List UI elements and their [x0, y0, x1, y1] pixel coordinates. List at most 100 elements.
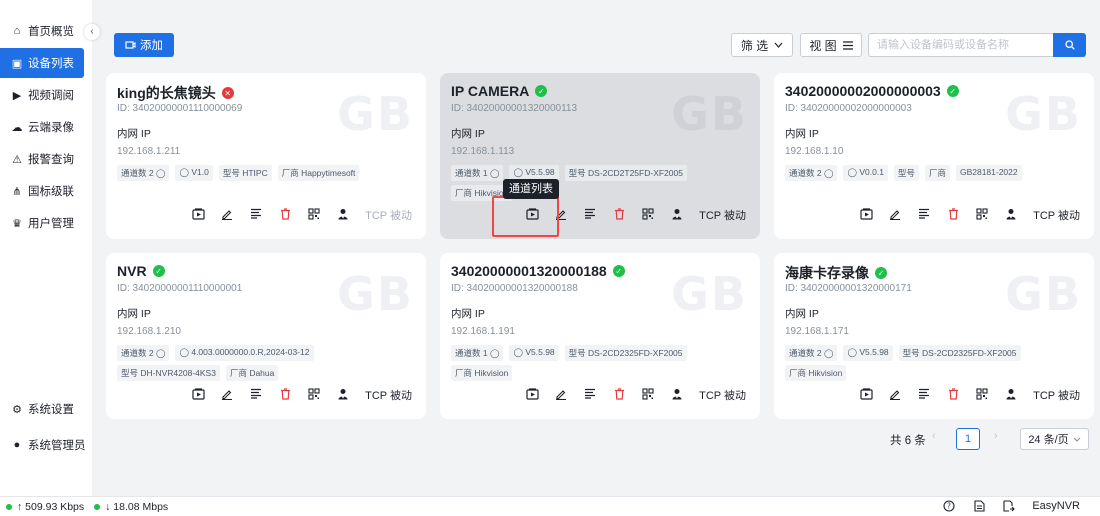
device-actions: TCP 被动	[191, 207, 412, 223]
edit-button[interactable]	[554, 388, 568, 402]
help-icon[interactable]: ?	[942, 499, 956, 513]
qr-code-button[interactable]	[641, 387, 655, 403]
qr-code-button[interactable]	[975, 207, 989, 222]
user-button[interactable]	[670, 388, 684, 402]
qr-code-icon	[642, 207, 654, 223]
edit-icon	[555, 388, 567, 403]
channel-list-button[interactable]	[191, 207, 205, 222]
sidebar-item-users[interactable]: ♛ 用户管理	[0, 208, 92, 238]
channel-list-button[interactable]	[525, 387, 539, 402]
edit-button[interactable]	[888, 388, 902, 402]
sidebar-item-cloud[interactable]: ☁ 云端录像	[0, 112, 92, 142]
edit-button[interactable]	[888, 208, 902, 222]
qr-code-icon	[642, 387, 654, 403]
device-title: 34020000002000000003 ✓	[785, 83, 959, 99]
delete-button[interactable]	[612, 387, 626, 403]
details-button[interactable]	[583, 208, 597, 222]
channel-list-button[interactable]	[859, 387, 873, 403]
person-icon	[337, 388, 349, 403]
delete-button[interactable]	[278, 387, 292, 402]
device-id: ID: 34020000001110000001	[117, 283, 243, 294]
sidebar-item-settings[interactable]: ⚙ 系统设置	[0, 394, 92, 424]
device-tag: 型号 DH-NVR4208-4KS3	[117, 365, 220, 381]
user-button[interactable]	[336, 388, 350, 402]
gb-watermark-logo: GB	[337, 87, 414, 141]
details-button[interactable]	[583, 388, 597, 402]
prev-page-button[interactable]: ‹	[932, 430, 936, 442]
device-tag: 厂商 Dahua	[225, 365, 279, 381]
device-tag: GB28181-2022	[955, 165, 1022, 181]
page-1-button[interactable]: 1	[956, 428, 980, 450]
device-name: 34020000001320000188	[451, 263, 607, 279]
delete-button[interactable]	[612, 207, 626, 223]
qr-code-button[interactable]	[975, 387, 989, 402]
gb-watermark-logo: GB	[337, 267, 414, 321]
device-card[interactable]: GB IP CAMERA ✓ ID: 34020000001320000113 …	[440, 73, 760, 239]
chevron-left-icon: ‹	[932, 430, 936, 442]
details-button[interactable]	[917, 208, 931, 222]
trash-icon	[280, 207, 291, 223]
sidebar-item-video[interactable]: ▶ 视频调阅	[0, 80, 92, 110]
gb-watermark-logo: GB	[671, 87, 748, 141]
list-icon	[250, 388, 262, 402]
search-button[interactable]	[1053, 33, 1086, 57]
edit-button[interactable]	[220, 388, 234, 402]
network-label: 内网 IP	[117, 308, 151, 320]
device-ip: 192.168.1.113	[451, 146, 515, 157]
sidebar-item-admin[interactable]: ● 系统管理员	[0, 430, 92, 460]
device-card[interactable]: GB 34020000001320000188 ✓ ID: 3402000000…	[440, 253, 760, 419]
device-card[interactable]: GB NVR ✓ ID: 34020000001110000001 内网 IP …	[106, 253, 426, 419]
status-bar-tools: ? EasyNVR	[942, 499, 1080, 513]
delete-button[interactable]	[278, 207, 292, 223]
delete-button[interactable]	[946, 207, 960, 223]
view-button[interactable]: 视 图	[800, 33, 862, 57]
person-icon	[337, 208, 349, 223]
network-label: 内网 IP	[451, 128, 485, 140]
user-button[interactable]	[1004, 388, 1018, 402]
trash-icon	[614, 387, 625, 403]
trash-icon	[948, 207, 959, 223]
page-size-select[interactable]: 24 条/页	[1020, 428, 1089, 450]
sidebar: ⌂ 首页概览 ▣ 设备列表 ▶ 视频调阅 ☁ 云端录像 ⚠ 报警查询 ⋔ 国标级联 ♛ 用户管…	[0, 0, 92, 496]
user-button[interactable]	[336, 208, 350, 222]
sidebar-item-home[interactable]: ⌂ 首页概览	[0, 16, 92, 46]
channel-list-button[interactable]	[191, 387, 205, 403]
device-title: IP CAMERA ✓	[451, 83, 548, 99]
device-title: king的长焦镜头 ✕	[117, 83, 234, 103]
user-button[interactable]	[670, 208, 684, 222]
filter-button[interactable]: 筛 选	[731, 33, 793, 57]
delete-button[interactable]	[946, 387, 960, 402]
details-button[interactable]	[917, 388, 931, 402]
person-icon	[671, 388, 683, 403]
details-button[interactable]	[249, 388, 263, 402]
trash-icon	[614, 207, 625, 223]
details-button[interactable]	[249, 208, 263, 222]
sidebar-item-alarm[interactable]: ⚠ 报警查询	[0, 144, 92, 174]
qr-code-button[interactable]	[307, 207, 321, 222]
sidebar-item-devices[interactable]: ▣ 设备列表	[0, 48, 84, 78]
gb-watermark-logo: GB	[1005, 267, 1082, 321]
collapse-sidebar-button[interactable]: ‹	[84, 24, 100, 40]
device-card[interactable]: GB king的长焦镜头 ✕ ID: 34020000001110000069 …	[106, 73, 426, 239]
device-card[interactable]: GB 海康卡存录像 ✓ ID: 34020000001320000171 内网 …	[774, 253, 1094, 419]
device-meta: 通道数 2 ◯ ◯ 4.003.0000000.0.R,2024-03-12 型号 …	[117, 345, 417, 381]
user-button[interactable]	[1004, 208, 1018, 222]
next-page-button[interactable]: ›	[994, 430, 998, 442]
qr-code-button[interactable]	[641, 207, 655, 223]
sidebar-item-cascade[interactable]: ⋔ 国标级联	[0, 176, 92, 206]
document-icon[interactable]	[972, 499, 986, 513]
qr-code-button[interactable]	[307, 387, 321, 402]
person-icon	[671, 208, 683, 223]
cloud-icon: ☁	[11, 121, 23, 134]
search-input[interactable]	[868, 33, 1054, 57]
add-device-button[interactable]: 添加	[114, 33, 174, 57]
device-tag: ◯ V5.5.98	[843, 345, 893, 361]
video-play-icon	[192, 387, 205, 403]
video-play-icon	[860, 387, 873, 403]
export-icon[interactable]	[1002, 499, 1016, 513]
channel-list-button[interactable]	[859, 207, 873, 222]
device-tag: 型号 HTIPC	[218, 165, 272, 181]
device-card[interactable]: GB 34020000002000000003 ✓ ID: 3402000000…	[774, 73, 1094, 239]
edit-button[interactable]	[220, 208, 234, 222]
add-button-label: 添加	[140, 40, 163, 52]
